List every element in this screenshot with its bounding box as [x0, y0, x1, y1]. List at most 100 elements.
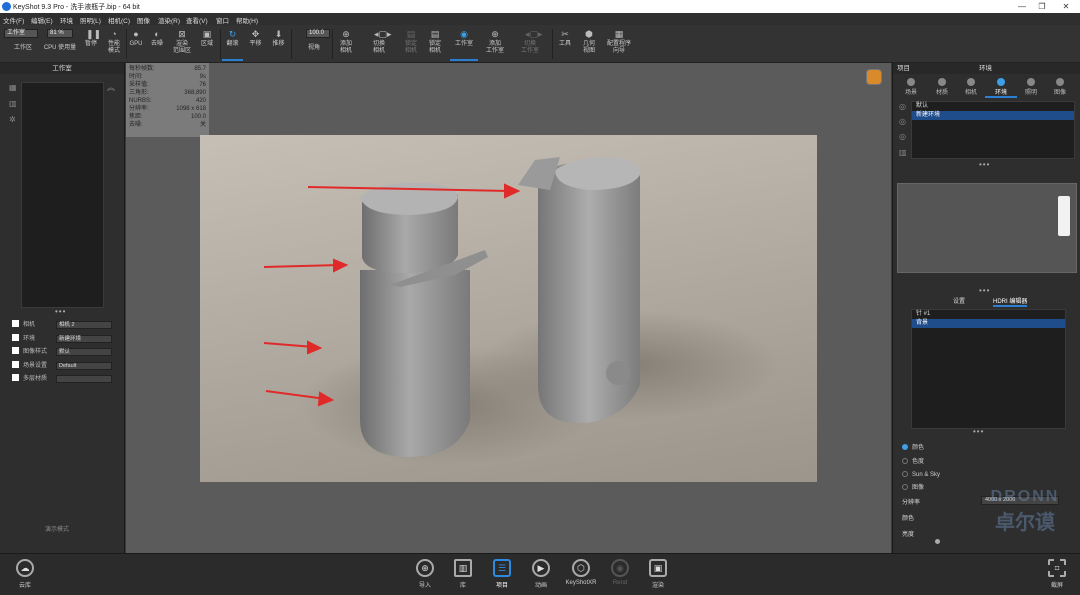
studio-row-scene-setting[interactable]: 场景设置 Default — [12, 361, 112, 371]
studio-row-environment[interactable]: 环境 新建环境 — [12, 334, 112, 344]
switch-studio-button[interactable]: ◂▢▸ 切换 工作室 — [516, 27, 544, 61]
cpu-usage-field[interactable]: 81 % — [47, 29, 73, 38]
screenshot-button[interactable]: ⌗ 截屏 — [1042, 557, 1072, 593]
tools-button[interactable]: ✂ 工具 — [555, 27, 575, 61]
brightness-slider[interactable] — [935, 539, 940, 544]
tab-scene[interactable]: 场景 — [895, 75, 927, 98]
animation-button[interactable]: ▶ 动画 — [526, 557, 556, 593]
workspace-select[interactable]: 工作室 — [4, 29, 38, 38]
lock-camera-button[interactable]: ▤ 锁定 相机 — [400, 27, 422, 61]
studio-list[interactable] — [21, 82, 104, 308]
book-icon: ▥ — [454, 559, 472, 577]
menu-edit[interactable]: 编辑(E) — [31, 15, 53, 25]
list-item[interactable]: 针 #1 — [912, 310, 1065, 319]
tab-lighting[interactable]: 照明 — [1015, 75, 1047, 98]
cloud-library-button[interactable]: ☁ 云库 — [10, 557, 40, 593]
hdri-preview[interactable] — [897, 183, 1077, 273]
checkbox[interactable] — [12, 361, 19, 368]
render-region-button[interactable]: ⊠ 渲染 范围区 — [170, 27, 194, 61]
menu-image[interactable]: 图像 — [137, 15, 150, 25]
tools-icon: ✂ — [561, 29, 569, 39]
minimize-button[interactable]: — — [1012, 0, 1032, 13]
render-badge-icon[interactable] — [866, 69, 882, 85]
performance-mode-button[interactable]: ◔ 性能 模式 — [103, 27, 125, 61]
resize-handle[interactable]: ••• — [973, 427, 984, 436]
menu-environment[interactable]: 环境 — [60, 15, 73, 25]
region-button[interactable]: ▣ 区域 — [197, 27, 217, 61]
tab-environment[interactable]: 环境 — [985, 75, 1017, 98]
geometry-view-button[interactable]: ⬢ 几何 视图 — [578, 27, 600, 61]
checkbox[interactable] — [12, 320, 19, 327]
project-button[interactable]: ☰ 项目 — [487, 557, 517, 593]
pause-button[interactable]: ❚❚ 暂停 — [81, 27, 101, 61]
menu-file[interactable]: 文件(F) — [3, 15, 24, 25]
studio-row-image-style[interactable]: 图像样式 默认 — [12, 347, 112, 357]
hdri-list[interactable]: 针 #1 背景 — [911, 309, 1066, 429]
gpu-button[interactable]: ● GPU — [127, 27, 145, 61]
denoise-icon: ◐ — [154, 29, 160, 39]
camera-icon — [967, 78, 975, 86]
list-item-selected[interactable]: 新建环境 — [912, 111, 1074, 120]
settings-icon[interactable]: ✲ — [9, 116, 17, 124]
render-viewport[interactable]: 每秒帧数: 85.7 时间: 9s 采样值: 76 三角形: 368,890 NURBS… — [126, 63, 891, 553]
render-dim-button[interactable]: ◉ Rend — [605, 557, 635, 593]
refresh-icon[interactable]: ◎ — [899, 133, 907, 141]
add-studio-button[interactable]: ⊕ 添加 工作室 — [482, 27, 508, 61]
radio-image[interactable]: 图像 — [902, 483, 924, 493]
library-button[interactable]: ▥ 库 — [448, 557, 478, 593]
resize-handle[interactable]: ••• — [979, 286, 990, 295]
configurator-wizard-button[interactable]: ▦ 配置程序 向导 — [603, 27, 635, 61]
menu-help[interactable]: 帮助(H) — [236, 15, 258, 25]
denoise-button[interactable]: ◐ 去噪 — [147, 27, 167, 61]
lock-icon: ▤ — [406, 29, 416, 39]
scene-icon — [907, 78, 915, 86]
checkbox[interactable] — [12, 334, 19, 341]
tab-image[interactable]: 图像 — [1044, 75, 1076, 98]
dolly-button[interactable]: ⬇ 推移 — [268, 27, 289, 61]
checkbox[interactable] — [12, 374, 19, 381]
menu-render[interactable]: 渲染(R) — [158, 15, 180, 25]
list-item-selected[interactable]: 背景 — [912, 319, 1065, 328]
close-button[interactable]: ✕ — [1056, 0, 1076, 13]
add-camera-button[interactable]: ⊕ 添加 相机 — [335, 27, 357, 61]
tumble-button[interactable]: ↻ 翻滚 — [222, 27, 243, 61]
keyshotxr-button[interactable]: ⬡ KeyShotXR — [564, 557, 598, 593]
radio-chroma[interactable]: 色度 — [902, 457, 924, 467]
tab-material[interactable]: 材质 — [926, 75, 958, 98]
menu-bar: 文件(F) 编辑(E) 环境 照明(L) 相机(C) 图像 渲染(R) 查看(V… — [0, 13, 1080, 25]
checkbox[interactable] — [12, 347, 19, 354]
grid-icon[interactable]: ▦ — [9, 84, 17, 92]
switch-camera-button[interactable]: ◂▢▸ 切换 相机 — [367, 27, 392, 61]
render-button[interactable]: ▣ 渲染 — [643, 557, 673, 593]
tab-hdri-editor[interactable]: HDRI 编辑器 — [993, 296, 1028, 307]
resize-handle[interactable]: ••• — [55, 307, 66, 316]
tab-camera[interactable]: 相机 — [955, 75, 987, 98]
resize-handle[interactable]: ••• — [979, 160, 990, 169]
menu-camera[interactable]: 相机(C) — [108, 15, 130, 25]
menu-view[interactable]: 查看(V) — [186, 15, 208, 25]
studio-row-camera[interactable]: 相机 相机 2 — [12, 320, 112, 330]
left-panel-title: 工作室 — [52, 65, 72, 72]
pan-button[interactable]: ✥ 平移 — [245, 27, 266, 61]
tab-settings[interactable]: 设置 — [953, 296, 965, 305]
environment-list[interactable]: 默认 新建环境 — [911, 101, 1075, 159]
studio-button[interactable]: ◉ 工作室 — [450, 27, 478, 61]
menu-lighting[interactable]: 照明(L) — [80, 15, 101, 25]
trash-icon[interactable]: ▥ — [9, 100, 17, 108]
collapse-icon[interactable]: ︽ — [107, 84, 115, 92]
delete-icon[interactable]: ▥ — [899, 149, 907, 157]
import-button[interactable]: ⊕ 导入 — [410, 557, 440, 593]
right-panel-header: 项目 环境 — [893, 63, 1080, 74]
maximize-button[interactable]: ❐ — [1032, 0, 1052, 13]
menu-window[interactable]: 窗口 — [216, 15, 229, 25]
layers-icon[interactable]: ◎ — [899, 118, 907, 126]
radio-color[interactable]: 颜色 — [902, 443, 924, 453]
fov-field[interactable]: 100.0 — [306, 29, 330, 38]
radio-sun-sky[interactable]: Sun & Sky — [902, 470, 940, 480]
lock-camera-button-2[interactable]: ▤ 锁定 相机 — [424, 27, 446, 61]
list-item[interactable]: 默认 — [912, 102, 1074, 111]
duplicate-icon[interactable]: ◎ — [899, 103, 907, 111]
stat-row: 分辨率: 1098 x 618 — [129, 106, 206, 112]
color-label: 颜色 — [902, 516, 915, 522]
studio-row-multilayer[interactable]: 多层材质 — [12, 374, 112, 384]
